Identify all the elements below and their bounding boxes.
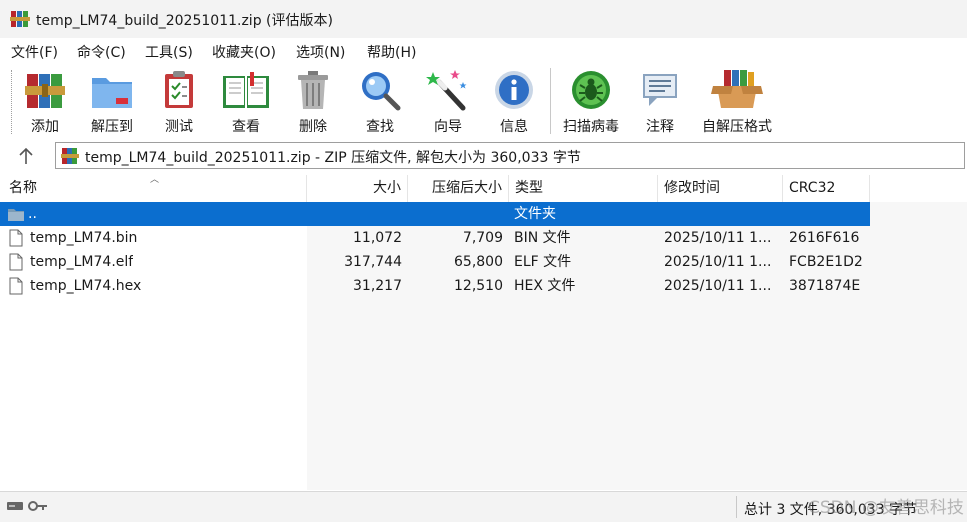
trash-can-icon [298,71,328,109]
table-row[interactable]: temp_LM74.hex 31,217 12,510 HEX 文件 2025/… [0,274,870,298]
watermark: CSDN @友善思科技 [808,498,964,518]
file-size [307,202,402,226]
comment-label: 注释 [646,119,674,135]
extract-to-button[interactable]: 解压到 [86,68,138,136]
comment-icon [643,74,677,106]
file-list: 名称 ︿ 大小 压缩后大小 类型 修改时间 CRC32 .. 文件夹 temp_… [0,175,967,490]
view-label: 查看 [232,119,260,135]
file-icon [9,253,23,271]
menu-commands[interactable]: 命令(C) [76,42,127,62]
virus-scan-icon [572,71,610,109]
toolbar-grip[interactable] [11,70,14,134]
status-divider [736,496,737,518]
add-button[interactable]: 添加 [20,68,70,136]
file-name: temp_LM74.bin [30,230,138,246]
wizard-button[interactable]: 向导 [424,68,472,136]
sort-ascending-icon: ︿ [150,175,160,185]
table-row[interactable]: temp_LM74.elf 317,744 65,800 ELF 文件 2025… [0,250,870,274]
column-size[interactable]: 大小 [307,175,408,202]
address-row: temp_LM74_build_20251011.zip - ZIP 压缩文件,… [0,140,967,172]
open-book-icon [223,72,269,108]
file-size: 11,072 [353,230,402,246]
folder-extract-icon [92,78,132,108]
drive-icon[interactable] [6,500,24,512]
column-crc[interactable]: CRC32 [783,175,870,202]
file-crc: 2616F616 [789,230,860,246]
column-packed[interactable]: 压缩后大小 [408,175,509,202]
view-button[interactable]: 查看 [218,68,274,136]
title-bar: temp_LM74_build_20251011.zip (评估版本) [0,0,967,38]
menu-options[interactable]: 选项(N) [295,42,346,62]
test-label: 测试 [165,119,193,135]
menu-bar: 文件(F) 命令(C) 工具(S) 收藏夹(O) 选项(N) 帮助(H) [0,38,967,64]
key-icon[interactable] [28,500,48,512]
table-row[interactable]: .. 文件夹 [0,202,870,226]
file-crc: FCB2E1D2 [789,254,863,270]
file-modified: 2025/10/11 1... [664,254,772,270]
file-type: 文件夹 [514,206,556,222]
file-icon [9,277,23,295]
magnifier-icon [362,72,401,111]
file-packed-size: 12,510 [454,278,503,294]
file-packed-size: 7,709 [462,230,503,246]
scan-virus-button[interactable]: 扫描病毒 [558,68,624,136]
toolbar-separator [550,68,551,134]
toolbar: 添加 解压到 测试 查看 删除 查找 向导 信息 扫描病毒 注释 自解压格式 [0,64,967,138]
window-title: temp_LM74_build_20251011.zip (评估版本) [36,13,333,29]
scan-virus-label: 扫描病毒 [563,119,619,135]
wizard-label: 向导 [434,119,462,135]
file-type: BIN 文件 [514,230,571,246]
find-label: 查找 [366,119,394,135]
clipboard-check-icon [165,71,193,108]
winrar-app-icon [10,11,30,27]
sfx-box-icon [711,70,763,108]
file-crc: 3871874E [789,278,861,294]
file-name: .. [28,206,37,222]
file-icon [9,229,23,247]
column-header: 名称 ︿ 大小 压缩后大小 类型 修改时间 CRC32 [0,175,870,202]
file-type: ELF 文件 [514,254,572,270]
file-packed-size [408,202,503,226]
delete-label: 删除 [299,119,327,135]
column-name-label: 名称 [9,180,37,196]
file-name: temp_LM74.elf [30,254,134,270]
info-icon [495,71,533,109]
extract-to-label: 解压到 [91,119,133,135]
comment-button[interactable]: 注释 [638,68,682,136]
sfx-button[interactable]: 自解压格式 [698,68,776,136]
add-label: 添加 [31,119,59,135]
address-bar[interactable]: temp_LM74_build_20251011.zip - ZIP 压缩文件,… [55,142,965,169]
menu-help[interactable]: 帮助(H) [366,42,417,62]
file-size: 31,217 [353,278,402,294]
info-button[interactable]: 信息 [490,68,538,136]
zip-archive-icon [61,148,79,164]
file-modified: 2025/10/11 1... [664,278,772,294]
find-button[interactable]: 查找 [356,68,404,136]
column-name[interactable]: 名称 ︿ [0,175,307,202]
winrar-books-icon [25,74,65,108]
test-button[interactable]: 测试 [157,68,201,136]
address-text: temp_LM74_build_20251011.zip - ZIP 压缩文件,… [85,150,581,166]
menu-tools[interactable]: 工具(S) [144,42,194,62]
file-type: HEX 文件 [514,278,576,294]
magic-wand-icon [426,70,467,111]
file-name: temp_LM74.hex [30,278,142,294]
up-arrow-icon[interactable] [4,142,48,170]
column-type[interactable]: 类型 [509,175,658,202]
file-size: 317,744 [344,254,402,270]
menu-file[interactable]: 文件(F) [10,42,59,62]
file-modified: 2025/10/11 1... [664,230,772,246]
menu-favorites[interactable]: 收藏夹(O) [211,42,277,62]
folder-icon [8,209,24,221]
info-label: 信息 [500,119,528,135]
column-modified[interactable]: 修改时间 [658,175,783,202]
delete-button[interactable]: 删除 [290,68,336,136]
table-row[interactable]: temp_LM74.bin 11,072 7,709 BIN 文件 2025/1… [0,226,870,250]
file-packed-size: 65,800 [454,254,503,270]
sfx-label: 自解压格式 [702,119,772,135]
